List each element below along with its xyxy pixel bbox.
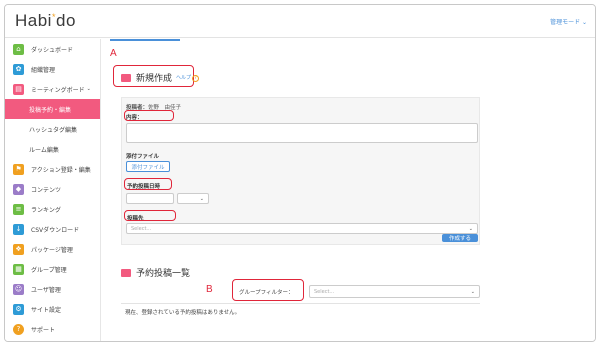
annotation-box-content xyxy=(124,110,174,121)
home-icon: ⌂ xyxy=(13,43,24,55)
settings-icon: ⚙ xyxy=(13,303,24,315)
annotation-box-destination xyxy=(124,210,176,221)
sidebar-item-csv[interactable]: ↓ CSVダウンロード xyxy=(5,219,100,239)
content-icon: ◆ xyxy=(13,183,24,195)
create-button[interactable]: 作成する xyxy=(442,234,478,242)
group-icon: ▦ xyxy=(13,263,24,275)
app-window: Habi*do 管理モード ⌄ ⌂ ダッシュボード ✿ 組織管理 ▤ ミーティン… xyxy=(4,4,596,342)
group-filter-label: グループフィルター： xyxy=(239,290,294,296)
download-icon: ↓ xyxy=(13,223,24,235)
destination-select[interactable]: Select... ⌄ xyxy=(126,223,478,234)
chat-icon xyxy=(121,73,131,82)
chevron-down-icon: ⌄ xyxy=(199,195,204,202)
sidebar-item-meeting-board[interactable]: ▤ ミーティングボード ⌄ xyxy=(5,79,100,99)
sidebar-item-room[interactable]: ルーム編集 xyxy=(5,139,100,159)
sidebar-item-dashboard[interactable]: ⌂ ダッシュボード xyxy=(5,39,100,59)
sidebar-item-organization[interactable]: ✿ 組織管理 xyxy=(5,59,100,79)
help-link[interactable]: ヘルプ? xyxy=(176,74,200,82)
annotation-box-schedule xyxy=(124,178,172,190)
ranking-icon: ≡ xyxy=(13,203,24,215)
new-post-heading: 新規作成 ヘルプ? xyxy=(121,71,200,84)
user-icon: ☺ xyxy=(13,283,24,295)
support-icon: ? xyxy=(13,323,24,335)
sidebar-item-post-schedule[interactable]: 投稿予約・編集 xyxy=(5,99,100,119)
help-icon: ? xyxy=(192,74,200,82)
chevron-down-icon: ⌄ xyxy=(86,86,91,92)
sidebar-item-group[interactable]: ▦ グループ管理 xyxy=(5,259,100,279)
empty-message: 現在、登録されている予約投稿はありません。 xyxy=(125,310,241,316)
group-filter-select[interactable]: Select... ⌄ xyxy=(309,285,480,298)
scheduled-posts-heading: 予約投稿一覧 xyxy=(121,266,190,279)
sidebar-item-site-settings[interactable]: ⚙ サイト設定 xyxy=(5,299,100,319)
new-post-form: 投稿者：佐野 由佳子 内容： 添付ファイル 添付ファイル 予約投稿日時 ⌄ 投稿… xyxy=(121,97,480,245)
divider xyxy=(121,303,480,304)
app-logo[interactable]: Habi*do xyxy=(15,11,76,31)
chevron-down-icon: ⌄ xyxy=(468,225,473,232)
sidebar-item-ranking[interactable]: ≡ ランキング xyxy=(5,199,100,219)
annotation-b: B xyxy=(206,284,213,295)
attach-file-button[interactable]: 添付ファイル xyxy=(126,161,170,172)
annotation-a: A xyxy=(110,48,117,59)
sidebar-item-support[interactable]: ? サポート xyxy=(5,319,100,339)
sidebar-item-content[interactable]: ◆ コンテンツ xyxy=(5,179,100,199)
sidebar-item-package[interactable]: ❖ パッケージ管理 xyxy=(5,239,100,259)
app-header: Habi*do 管理モード ⌄ xyxy=(5,5,595,38)
sidebar-item-hashtag[interactable]: ハッシュタグ編集 xyxy=(5,119,100,139)
active-tab-indicator xyxy=(110,39,180,41)
main-content: A 新規作成 ヘルプ? 投稿者：佐野 由佳子 内容： 添付ファイル 添付ファイル… xyxy=(102,39,595,341)
sidebar-item-user[interactable]: ☺ ユーザ管理 xyxy=(5,279,100,299)
sidebar: ⌂ ダッシュボード ✿ 組織管理 ▤ ミーティングボード ⌄ 投稿予約・編集 ハッ… xyxy=(5,39,101,341)
meeting-icon: ▤ xyxy=(13,83,24,95)
admin-mode-menu[interactable]: 管理モード ⌄ xyxy=(550,17,587,26)
content-textarea[interactable] xyxy=(126,123,478,143)
attach-label: 添付ファイル xyxy=(126,154,160,160)
chevron-down-icon: ⌄ xyxy=(470,288,475,295)
package-icon: ❖ xyxy=(13,243,24,255)
org-icon: ✿ xyxy=(13,63,24,75)
flag-icon: ⚑ xyxy=(13,163,24,175)
schedule-time-select[interactable]: ⌄ xyxy=(177,193,209,204)
sidebar-item-action[interactable]: ⚑ アクション登録・編集 xyxy=(5,159,100,179)
schedule-date-input[interactable] xyxy=(126,193,174,204)
chat-icon xyxy=(121,268,131,277)
